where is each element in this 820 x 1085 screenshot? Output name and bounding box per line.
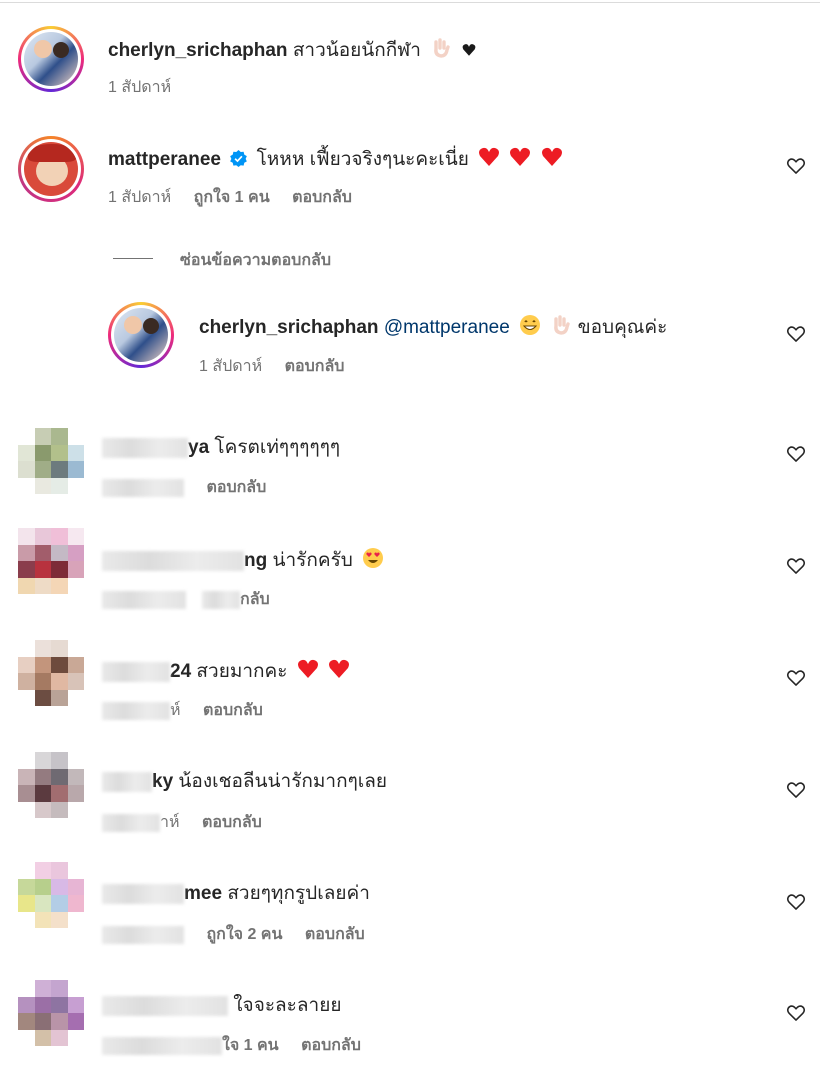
comment-username[interactable]: 24	[170, 661, 191, 682]
heart-outline-icon[interactable]	[786, 892, 806, 912]
avatar[interactable]	[108, 302, 174, 368]
reply-button[interactable]: ตอบกลับ	[292, 189, 352, 206]
red-heart-icon	[329, 659, 349, 678]
comment-text: สวยมากคะ	[196, 661, 288, 682]
top-divider	[0, 2, 820, 3]
blurred-username	[102, 661, 170, 682]
blurred-avatar[interactable]	[18, 640, 84, 706]
comment-text: โครตเท่ๆๆๆๆๆๆ	[214, 437, 341, 458]
blurred-avatar[interactable]	[18, 428, 84, 494]
comment-time: 1 สัปดาห์	[199, 358, 263, 375]
red-heart-icon	[541, 147, 562, 166]
heart-outline-icon[interactable]	[786, 668, 806, 688]
hand-sign-emoji-icon	[554, 315, 571, 335]
comment-likes[interactable]: ใจ 1 คน	[222, 1037, 279, 1054]
heart-outline-icon[interactable]	[786, 556, 806, 576]
comment-text: สวยๆทุกรูปเลยค่า	[227, 883, 370, 904]
blurred-time	[102, 701, 170, 720]
blurred-reply	[202, 590, 240, 609]
comment-likes[interactable]: ถูกใจ 2 คน	[206, 926, 282, 943]
comment-username[interactable]: cherlyn_srichaphan	[108, 40, 288, 61]
comment-text: ใจจะละลายย	[233, 995, 342, 1016]
blurred-username	[102, 995, 228, 1016]
blurred-time	[102, 925, 184, 944]
blurred-username	[102, 771, 152, 792]
comment-text: สาวน้อยนักกีฬา	[292, 40, 421, 61]
comment-text: ขอบคุณค่ะ	[577, 317, 668, 338]
reply-button[interactable]: ตอบกลับ	[203, 702, 263, 719]
hide-replies-divider	[113, 258, 153, 259]
comment-text: น้องเชอลีนน่ารักมากๆเลย	[178, 771, 388, 792]
blurred-avatar[interactable]	[18, 528, 84, 594]
blurred-avatar[interactable]	[18, 862, 84, 928]
heart-outline-icon[interactable]	[786, 1003, 806, 1023]
comment-time: 1 สัปดาห์	[108, 79, 172, 96]
black-heart-icon	[462, 44, 475, 56]
avatar[interactable]	[18, 26, 84, 92]
blurred-username	[102, 437, 188, 458]
comment-likes[interactable]: ถูกใจ 1 คน	[194, 189, 270, 206]
blurred-time	[102, 813, 160, 832]
blurred-username	[102, 550, 244, 571]
heart-outline-icon[interactable]	[786, 444, 806, 464]
blurred-avatar[interactable]	[18, 980, 84, 1046]
comment-time: าห์	[160, 814, 180, 831]
red-heart-icon	[510, 147, 531, 166]
reply-button[interactable]: ตอบกลับ	[285, 358, 345, 375]
comment-username[interactable]: cherlyn_srichaphan	[199, 317, 379, 338]
blurred-avatar[interactable]	[18, 752, 84, 818]
red-heart-icon	[297, 659, 318, 678]
mention-link[interactable]: @mattperanee	[384, 317, 510, 338]
red-heart-icon	[479, 147, 500, 166]
blurred-time	[102, 1036, 222, 1055]
comment-time: ห์	[170, 702, 181, 719]
heart-outline-icon[interactable]	[786, 780, 806, 800]
comment-username[interactable]: mee	[184, 883, 222, 904]
comment-username[interactable]: ng	[244, 550, 267, 571]
heart-outline-icon[interactable]	[786, 324, 806, 344]
avatar[interactable]	[18, 136, 84, 202]
reply-button[interactable]: ตอบกลับ	[301, 1037, 361, 1054]
blurred-username	[102, 883, 184, 904]
comment-username[interactable]: ky	[152, 771, 173, 792]
comment-username[interactable]: ya	[188, 437, 209, 458]
verified-badge-icon	[230, 150, 248, 167]
blurred-time	[102, 590, 186, 609]
reply-button[interactable]: กลับ	[240, 591, 270, 608]
comment-text: น่ารักครับ	[272, 550, 353, 571]
reply-button[interactable]: ตอบกลับ	[305, 926, 365, 943]
comment-text: โหหห เฟี้ยวจริงๆนะคะเนี่ย	[256, 149, 469, 170]
comment-time: 1 สัปดาห์	[108, 189, 172, 206]
reply-button[interactable]: ตอบกลับ	[206, 479, 266, 496]
hand-sign-emoji-icon	[434, 38, 450, 58]
blurred-time	[102, 478, 184, 497]
heart-eyes-emoji-icon	[363, 548, 384, 568]
grinning-face-emoji-icon	[520, 315, 541, 335]
comment-username[interactable]: mattperanee	[108, 149, 221, 170]
reply-button[interactable]: ตอบกลับ	[202, 814, 262, 831]
hide-replies-button[interactable]: ซ่อนข้อความตอบกลับ	[180, 248, 331, 273]
heart-outline-icon[interactable]	[786, 156, 806, 176]
